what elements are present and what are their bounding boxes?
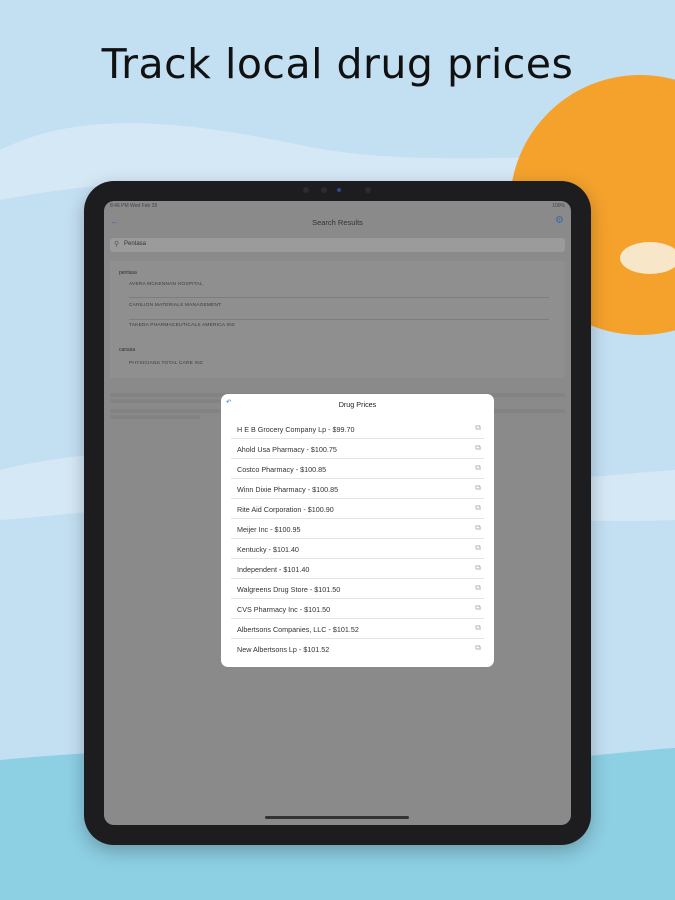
price-row[interactable]: New Albertsons Lp - $101.52 ⧉ [231,639,484,659]
price-list: H E B Grocery Company Lp - $99.70 ⧉ Ahold… [221,419,494,659]
headline: Track local drug prices [101,40,574,88]
tablet-frame: 8:46 PM Wed Feb 28 100% ← Search Results… [84,181,591,845]
home-indicator[interactable] [265,816,409,819]
external-link-icon[interactable]: ⧉ [475,483,481,493]
price-label: Independent - $101.40 [237,565,310,574]
price-label: Kentucky - $101.40 [237,545,299,554]
list-item[interactable]: TAKEDA PHARMACEUTICALS AMERICA INC [129,323,235,328]
price-label: Albertsons Companies, LLC - $101.52 [237,625,359,634]
price-row[interactable]: Ahold Usa Pharmacy - $100.75 ⧉ [231,439,484,459]
search-icon: ⚲ [114,241,120,248]
modal-title: Drug Prices [338,400,377,409]
price-row[interactable]: Winn Dixie Pharmacy - $100.85 ⧉ [231,479,484,499]
external-link-icon[interactable]: ⧉ [475,563,481,573]
price-label: Rite Aid Corporation - $100.90 [237,505,334,514]
price-label: Winn Dixie Pharmacy - $100.85 [237,485,339,494]
camera-bar [303,187,373,195]
status-battery: 100% [552,203,565,209]
price-row[interactable]: Walgreens Drug Store - $101.50 ⧉ [231,579,484,599]
external-link-icon[interactable]: ⧉ [475,443,481,453]
results-list: pentasa AVERA MCKENNAN HOSPITAL CARILION… [110,261,565,378]
external-link-icon[interactable]: ⧉ [475,623,481,633]
disclaimer-line [110,399,230,403]
external-link-icon[interactable]: ⧉ [475,643,481,653]
price-row[interactable]: Rite Aid Corporation - $100.90 ⧉ [231,499,484,519]
price-row[interactable]: Albertsons Companies, LLC - $101.52 ⧉ [231,619,484,639]
price-row[interactable]: CVS Pharmacy Inc - $101.50 ⧉ [231,599,484,619]
status-time: 8:46 PM Wed Feb 28 [110,203,158,209]
search-input[interactable]: ⚲ Pentasa [110,238,565,252]
external-link-icon[interactable]: ⧉ [475,523,481,533]
gear-icon[interactable]: ⚙ [555,215,564,226]
list-item[interactable]: CARILION MATERIALS MANAGEMENT [129,303,221,308]
price-label: CVS Pharmacy Inc - $101.50 [237,605,331,614]
price-label: H E B Grocery Company Lp - $99.70 [237,425,355,434]
price-label: New Albertsons Lp - $101.52 [237,645,330,654]
search-value: Pentasa [124,241,147,247]
tablet-screen: 8:46 PM Wed Feb 28 100% ← Search Results… [104,201,571,825]
external-link-icon[interactable]: ⧉ [475,503,481,513]
section-header: pentasa [119,270,137,276]
external-link-icon[interactable]: ⧉ [475,463,481,473]
price-row[interactable]: Costco Pharmacy - $100.85 ⧉ [231,459,484,479]
disclaimer-line [110,415,200,419]
price-label: Meijer Inc - $100.95 [237,525,301,534]
price-row[interactable]: Kentucky - $101.40 ⧉ [231,539,484,559]
price-row[interactable]: Meijer Inc - $100.95 ⧉ [231,519,484,539]
drug-prices-modal: ↶ Drug Prices H E B Grocery Company Lp -… [221,394,494,667]
price-label: Costco Pharmacy - $100.85 [237,465,327,474]
list-item[interactable]: AVERA MCKENNAN HOSPITAL [129,282,203,287]
external-link-icon[interactable]: ⧉ [475,583,481,593]
section-header: canasa [119,347,136,353]
external-link-icon[interactable]: ⧉ [475,423,481,433]
price-label: Ahold Usa Pharmacy - $100.75 [237,445,337,454]
price-label: Walgreens Drug Store - $101.50 [237,585,341,594]
external-link-icon[interactable]: ⧉ [475,543,481,553]
nav-title: Search Results [312,218,363,227]
price-row[interactable]: Independent - $101.40 ⧉ [231,559,484,579]
external-link-icon[interactable]: ⧉ [475,603,481,613]
list-item[interactable]: PHYSICIANS TOTAL CARE INC [129,361,203,366]
price-row[interactable]: H E B Grocery Company Lp - $99.70 ⧉ [231,419,484,439]
